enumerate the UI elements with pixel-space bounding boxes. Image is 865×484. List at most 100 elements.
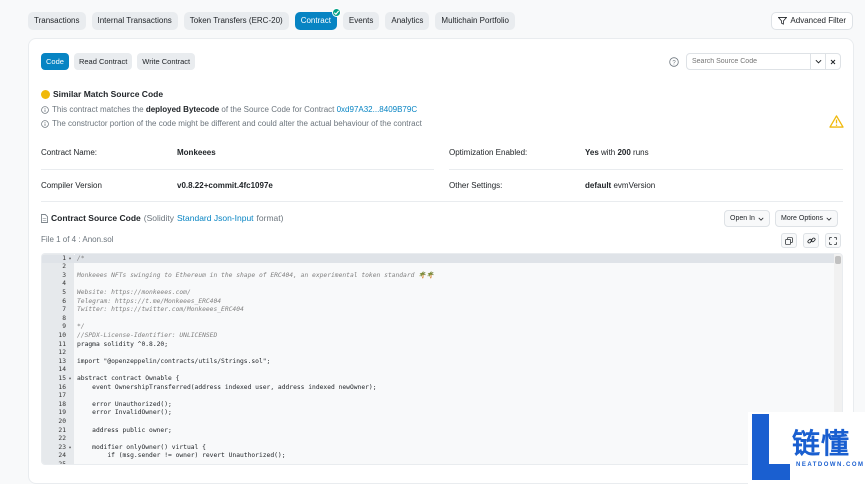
code-text: Monkeees NFTs swinging to Ethereum in th… — [77, 271, 434, 279]
line-number: 8 — [62, 314, 66, 322]
advanced-filter-label: Advanced Filter — [790, 16, 846, 25]
code-text: event OwnershipTransferred(address index… — [77, 383, 377, 391]
info-icon — [41, 119, 49, 128]
line-number: 3 — [62, 271, 66, 279]
other-settings-evm: evmVersion — [611, 181, 656, 190]
code-line: 22 — [42, 435, 842, 444]
line-number: 2 — [62, 263, 66, 271]
more-options-label: More Options — [781, 215, 824, 222]
code-text: pragma solidity ^0.8.20; — [77, 340, 168, 348]
matched-contract-link[interactable]: 0xd97A32...8409B79C — [337, 105, 418, 114]
contract-name-value: Monkeees — [177, 148, 216, 157]
advanced-filter-button[interactable]: Advanced Filter — [771, 12, 853, 30]
code-line: 5 Website: https://monkeees.com/ — [42, 289, 842, 298]
code-line: 17 — [42, 392, 842, 401]
line-number: 24 — [58, 452, 66, 460]
code-line: 4 — [42, 280, 842, 289]
tab-contract[interactable]: Contract — [294, 8, 341, 30]
chevron-down-icon — [815, 59, 821, 64]
line-number: 16 — [58, 383, 66, 391]
code-text: abstract contract Ownable { — [77, 374, 180, 382]
optimization-with: with — [598, 148, 618, 157]
line-number: 14 — [58, 366, 66, 374]
info-divider-left — [41, 169, 434, 170]
copy-source-button[interactable] — [781, 233, 797, 248]
compiler-version-value: v0.8.22+commit.4fc1097e — [177, 181, 273, 190]
code-line: 8 — [42, 315, 842, 324]
code-line: 1 ▾/* — [42, 254, 842, 264]
tab-token-transfers[interactable]: Token Transfers (ERC-20) — [183, 12, 289, 30]
watermark-subtext: NEATDOWN.COM — [796, 462, 865, 468]
line-number: 19 — [58, 409, 66, 417]
link-icon — [806, 237, 816, 244]
source-code-editor[interactable]: 1 ▾/* 2 3 Monkeees NFTs swinging to Ethereum… — [41, 253, 843, 465]
copy-icon — [785, 236, 793, 245]
fold-toggle-icon[interactable]: ▾ — [66, 444, 74, 453]
more-options-button[interactable]: More Options — [775, 210, 839, 227]
code-line: 10 //SPDX-License-Identifier: UNLICENSED — [42, 332, 842, 341]
open-in-label: Open In — [730, 215, 755, 222]
line-number: 21 — [58, 426, 66, 434]
code-line: 9 */ — [42, 323, 842, 332]
other-settings-label: Other Settings: — [449, 181, 503, 190]
help-icon[interactable]: ? — [669, 57, 679, 67]
chevron-down-icon — [758, 217, 764, 221]
match-text-mid: of the Source Code for Contract — [219, 105, 337, 114]
search-dropdown-button[interactable] — [810, 54, 825, 69]
tab-events[interactable]: Events — [342, 12, 380, 30]
info-divider-right — [449, 169, 843, 170]
filter-icon — [778, 17, 788, 25]
fullscreen-button[interactable] — [825, 233, 841, 248]
search-source-code — [686, 53, 841, 70]
file-code-icon — [41, 213, 48, 223]
line-number: 15 — [58, 374, 66, 382]
tab-transactions[interactable]: Transactions — [28, 12, 86, 30]
source-format-open: (Solidity — [143, 213, 174, 223]
compiler-version-label: Compiler Version — [41, 181, 102, 190]
code-line: 18 error Unauthorized(); — [42, 401, 842, 410]
line-number: 22 — [58, 435, 66, 443]
code-line: 20 — [42, 418, 842, 427]
code-text: */ — [77, 323, 85, 331]
code-line: 7 Twitter: https://twitter.com/Monkeees_E… — [42, 306, 842, 315]
code-text: //SPDX-License-Identifier: UNLICENSED — [77, 331, 218, 339]
code-line: 15 ▾ abstract contract Ownable { — [42, 375, 842, 384]
similar-match-heading: Similar Match Source Code — [41, 89, 163, 99]
fold-toggle-icon[interactable]: ▾ — [66, 375, 74, 384]
section-divider — [41, 201, 843, 202]
subtab-read-contract[interactable]: Read Contract — [73, 53, 133, 70]
tab-multichain-portfolio[interactable]: Multichain Portfolio — [435, 12, 515, 30]
code-line: 25 — [42, 461, 842, 464]
subtab-code[interactable]: Code — [41, 53, 69, 70]
code-text: error InvalidOwner(); — [77, 409, 172, 417]
tab-analytics[interactable]: Analytics — [385, 12, 430, 30]
line-number: 9 — [62, 323, 66, 331]
code-line: 3 Monkeees NFTs swinging to Ethereum in t… — [42, 272, 842, 281]
code-line: 11 pragma solidity ^0.8.20; — [42, 341, 842, 350]
line-number: 20 — [58, 417, 66, 425]
other-settings-default: default — [585, 181, 612, 190]
search-clear-button[interactable] — [825, 54, 840, 69]
source-format-close: format) — [256, 213, 284, 223]
search-source-input[interactable] — [687, 54, 810, 69]
verified-check-icon — [331, 8, 341, 17]
source-code-title: Contract Source Code — [51, 213, 141, 223]
subtab-write-contract[interactable]: Write Contract — [137, 53, 196, 70]
code-line: 23 ▾ modifier onlyOwner() virtual { — [42, 444, 842, 453]
code-text: address public owner; — [77, 426, 172, 434]
code-line: 14 — [42, 366, 842, 375]
match-coin-icon — [41, 89, 50, 99]
code-text: error Unauthorized(); — [77, 400, 172, 408]
open-in-button[interactable]: Open In — [724, 210, 770, 227]
code-text: import "@openzeppelin/contracts/utils/St… — [77, 357, 271, 365]
similar-match-line-1: This contract matches the deployed Bytec… — [41, 105, 417, 114]
standard-json-input-link[interactable]: Standard Json-Input — [177, 213, 254, 223]
tab-internal-transactions[interactable]: Internal Transactions — [91, 12, 178, 30]
code-line: 12 — [42, 349, 842, 358]
svg-text:?: ? — [672, 60, 676, 66]
constructor-warning-text: The constructor portion of the code migh… — [52, 119, 422, 128]
permalink-button[interactable] — [803, 233, 819, 248]
code-line: 21 address public owner; — [42, 427, 842, 436]
scrollbar-thumb[interactable] — [835, 256, 841, 264]
fold-toggle-icon[interactable]: ▾ — [66, 255, 74, 264]
